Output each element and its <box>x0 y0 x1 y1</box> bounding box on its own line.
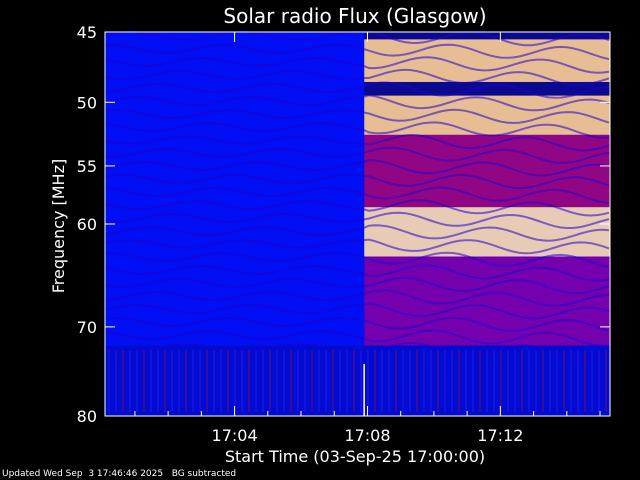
x-axis-label: Start Time (03-Sep-25 17:00:00) <box>225 447 485 466</box>
intensity-band <box>364 39 610 82</box>
y-tick-label: 60 <box>77 215 97 234</box>
x-tick-label: 17:08 <box>344 426 390 445</box>
y-tick-label: 80 <box>77 407 97 426</box>
x-tick-label: 17:12 <box>477 426 523 445</box>
spectrogram-chart: 17:04 17:08 17:12 45 50 55 60 70 80 Solar radio… <box>49 4 611 466</box>
y-tick-label: 45 <box>77 23 97 42</box>
intensity-band <box>105 345 610 416</box>
chart-title: Solar radio Flux (Glasgow) <box>223 4 486 28</box>
y-tick-label: 55 <box>77 157 97 176</box>
x-tick-label: 17:04 <box>212 426 258 445</box>
y-tick-label: 50 <box>77 93 97 112</box>
footer-status: Updated Wed Sep 3 17:46:46 2025 BG subtr… <box>2 469 237 479</box>
y-tick-label: 70 <box>77 318 97 337</box>
y-axis-label: Frequency [MHz] <box>49 159 68 293</box>
